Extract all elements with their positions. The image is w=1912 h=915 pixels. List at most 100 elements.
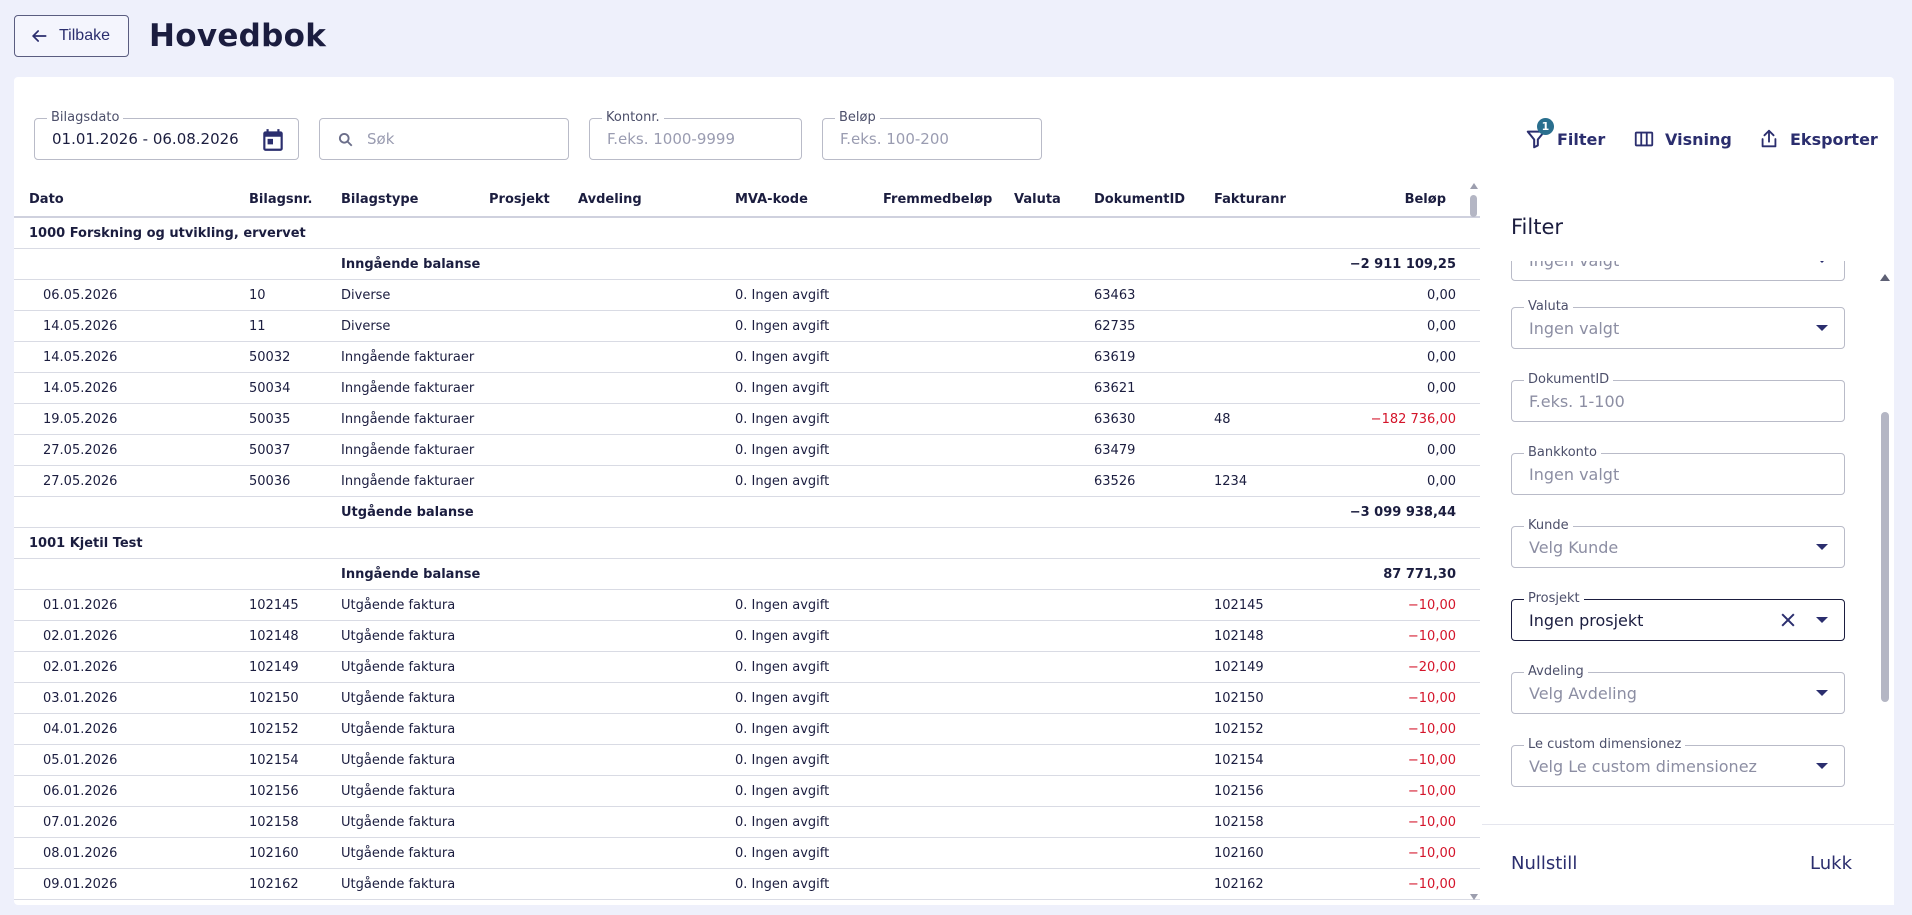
- cell-voucher-no: 50034: [249, 381, 291, 396]
- chevron-down-icon: [1816, 261, 1828, 263]
- panel-field-partial[interactable]: Ingen valgt: [1511, 261, 1845, 281]
- panel-scrollbar-thumb[interactable]: [1881, 412, 1889, 702]
- panel-scroll-up-arrow-icon[interactable]: [1880, 274, 1890, 281]
- panel-field-partial-value: Ingen valgt: [1529, 261, 1619, 270]
- filter-panel-title: Filter: [1511, 215, 1564, 239]
- column-header-date[interactable]: Dato: [29, 192, 64, 207]
- cell-amount: −10,00: [1407, 815, 1456, 830]
- table-row[interactable]: 14.05.2026 50034 Inngående fakturaer 0. Ing…: [14, 373, 1480, 404]
- column-header-currency[interactable]: Valuta: [1014, 192, 1061, 207]
- column-header-voucher-no[interactable]: Bilagsnr.: [249, 192, 312, 207]
- panel-field-placeholder: Velg Le custom dimensionez: [1529, 757, 1757, 776]
- scrollbar-thumb[interactable]: [1470, 195, 1477, 217]
- filter-button-label: Filter: [1557, 129, 1606, 149]
- cell-amount: −182 736,00: [1370, 412, 1456, 427]
- table-row[interactable]: 08.01.2026 102160 Utgående faktura 0. Ingen…: [14, 838, 1480, 869]
- table-row[interactable]: 27.05.2026 50036 Inngående fakturaer 0. Ing…: [14, 466, 1480, 497]
- panel-field-avdeling[interactable]: Avdeling Velg Avdeling: [1511, 664, 1845, 714]
- export-icon: [1761, 129, 1777, 148]
- cell-vat-code: 0. Ingen avgift: [735, 846, 830, 861]
- column-header-document-id[interactable]: DokumentID: [1094, 192, 1185, 207]
- close-panel-button[interactable]: Lukk: [1810, 853, 1852, 874]
- cell-document-id: 63619: [1094, 350, 1136, 365]
- balance-label: Inngående balanse: [341, 257, 481, 272]
- account-group-title: 1000 Forskning og utvikling, ervervet: [29, 226, 306, 241]
- account-label: Kontonr.: [602, 110, 664, 126]
- panel-field-bankkonto[interactable]: Bankkonto Ingen valgt: [1511, 445, 1845, 495]
- amount-field[interactable]: Beløp F.eks. 100-200: [822, 110, 1042, 160]
- panel-field-label: Kunde: [1524, 518, 1573, 534]
- panel-field-le-custom[interactable]: Le custom dimensionez Velg Le custom dime…: [1511, 737, 1845, 787]
- cell-document-id: 63479: [1094, 443, 1136, 458]
- back-button-label: Tilbake: [59, 27, 110, 44]
- chevron-down-icon[interactable]: [1816, 325, 1828, 331]
- table-row[interactable]: 14.05.2026 50032 Inngående fakturaer 0. Ing…: [14, 342, 1480, 373]
- table-row[interactable]: 07.01.2026 102158 Utgående faktura 0. Ingen…: [14, 807, 1480, 838]
- cell-voucher-no: 50035: [249, 412, 291, 427]
- date-range-field[interactable]: Bilagsdato 01.01.2026 - 06.08.2026: [34, 110, 299, 160]
- table-row[interactable]: 02.01.2026 102149 Utgående faktura 0. Ingen…: [14, 652, 1480, 683]
- filter-panel-scrollbar[interactable]: [1879, 270, 1891, 830]
- cell-voucher-no: 102145: [249, 598, 299, 613]
- cell-date: 27.05.2026: [43, 474, 118, 489]
- panel-field-prosjekt[interactable]: Prosjekt Ingen prosjekt: [1511, 591, 1845, 641]
- table-row[interactable]: 19.05.2026 50035 Inngående fakturaer 0. Ing…: [14, 404, 1480, 435]
- panel-field-valuta[interactable]: Valuta Ingen valgt: [1511, 299, 1845, 349]
- reset-button[interactable]: Nullstill: [1511, 853, 1577, 874]
- search-field[interactable]: Søk: [319, 118, 569, 160]
- column-header-amount[interactable]: Beløp: [1405, 192, 1446, 207]
- table-body: 1000 Forskning og utvikling, ervervet Inn…: [14, 218, 1480, 900]
- table-row[interactable]: 05.01.2026 102154 Utgående faktura 0. Ingen…: [14, 745, 1480, 776]
- table-row[interactable]: 27.05.2026 50037 Inngående fakturaer 0. Ing…: [14, 435, 1480, 466]
- calendar-icon[interactable]: [260, 127, 286, 153]
- account-group-row[interactable]: 1000 Forskning og utvikling, ervervet: [14, 218, 1480, 249]
- cell-voucher-type: Utgående faktura: [341, 784, 456, 799]
- balance-row[interactable]: Utgående balanse −3 099 938,44: [14, 497, 1480, 528]
- cell-invoice-no: 102149: [1214, 660, 1264, 675]
- cell-amount: −10,00: [1407, 846, 1456, 861]
- column-header-voucher-type[interactable]: Bilagstype: [341, 192, 418, 207]
- table-row[interactable]: 09.01.2026 102162 Utgående faktura 0. Ingen…: [14, 869, 1480, 900]
- balance-row[interactable]: Inngående balanse 87 771,30: [14, 559, 1480, 590]
- chevron-down-icon[interactable]: [1816, 690, 1828, 696]
- table-row[interactable]: 01.01.2026 102145 Utgående faktura 0. Ingen…: [14, 590, 1480, 621]
- balance-label: Utgående balanse: [341, 505, 474, 520]
- cell-voucher-no: 102150: [249, 691, 299, 706]
- cell-voucher-type: Utgående faktura: [341, 691, 456, 706]
- table-row[interactable]: 04.01.2026 102152 Utgående faktura 0. Ingen…: [14, 714, 1480, 745]
- view-button[interactable]: Visning: [1633, 128, 1732, 150]
- cell-document-id: 63630: [1094, 412, 1136, 427]
- cell-voucher-no: 102160: [249, 846, 299, 861]
- cell-voucher-type: Inngående fakturaer: [341, 412, 475, 427]
- table-row[interactable]: 02.01.2026 102148 Utgående faktura 0. Ingen…: [14, 621, 1480, 652]
- cell-vat-code: 0. Ingen avgift: [735, 474, 830, 489]
- table-scrollbar[interactable]: [1468, 183, 1480, 900]
- scroll-down-arrow-icon[interactable]: [1470, 894, 1478, 900]
- back-button[interactable]: Tilbake: [14, 15, 129, 57]
- column-header-foreign-amount[interactable]: Fremmedbeløp: [883, 192, 992, 207]
- column-header-vat-code[interactable]: MVA-kode: [735, 192, 808, 207]
- cell-invoice-no: 102152: [1214, 722, 1264, 737]
- cell-date: 02.01.2026: [43, 629, 118, 644]
- table-row[interactable]: 03.01.2026 102150 Utgående faktura 0. Ingen…: [14, 683, 1480, 714]
- cell-voucher-no: 11: [249, 319, 266, 334]
- column-header-project[interactable]: Prosjekt: [489, 192, 550, 207]
- search-icon: [338, 132, 353, 147]
- close-icon[interactable]: [1778, 610, 1798, 630]
- column-header-invoice-no[interactable]: Fakturanr: [1214, 192, 1286, 207]
- balance-row[interactable]: Inngående balanse −2 911 109,25: [14, 249, 1480, 280]
- chevron-down-icon[interactable]: [1816, 544, 1828, 550]
- column-header-department[interactable]: Avdeling: [578, 192, 642, 207]
- export-button[interactable]: Eksporter: [1758, 128, 1878, 150]
- chevron-down-icon[interactable]: [1816, 763, 1828, 769]
- panel-field-kunde[interactable]: Kunde Velg Kunde: [1511, 518, 1845, 568]
- account-group-row[interactable]: 1001 Kjetil Test: [14, 528, 1480, 559]
- table-row[interactable]: 06.05.2026 10 Diverse 0. Ingen avgift 63463 0…: [14, 280, 1480, 311]
- scroll-up-arrow-icon[interactable]: [1470, 183, 1478, 189]
- chevron-down-icon[interactable]: [1816, 617, 1828, 623]
- account-field[interactable]: Kontonr. F.eks. 1000-9999: [589, 110, 802, 160]
- table-row[interactable]: 06.01.2026 102156 Utgående faktura 0. Ingen…: [14, 776, 1480, 807]
- table-row[interactable]: 14.05.2026 11 Diverse 0. Ingen avgift 62735 0…: [14, 311, 1480, 342]
- panel-field-dokumentid[interactable]: DokumentID F.eks. 1-100: [1511, 372, 1845, 422]
- filter-button[interactable]: 1 Filter: [1525, 118, 1606, 150]
